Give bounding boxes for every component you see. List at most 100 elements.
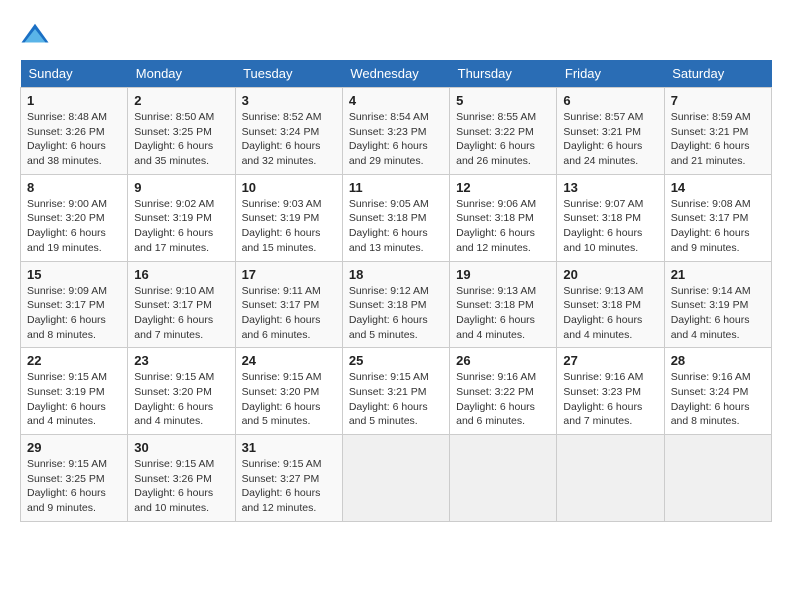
day-info: Sunrise: 9:15 AM Sunset: 3:27 PM Dayligh… xyxy=(242,457,336,516)
day-info: Sunrise: 9:02 AM Sunset: 3:19 PM Dayligh… xyxy=(134,197,228,256)
day-number: 12 xyxy=(456,180,550,195)
calendar-cell: 7Sunrise: 8:59 AM Sunset: 3:21 PM Daylig… xyxy=(664,88,771,175)
day-number: 28 xyxy=(671,353,765,368)
day-number: 7 xyxy=(671,93,765,108)
day-number: 17 xyxy=(242,267,336,282)
day-number: 4 xyxy=(349,93,443,108)
day-info: Sunrise: 8:55 AM Sunset: 3:22 PM Dayligh… xyxy=(456,110,550,169)
day-info: Sunrise: 8:52 AM Sunset: 3:24 PM Dayligh… xyxy=(242,110,336,169)
calendar-cell xyxy=(450,435,557,522)
day-number: 20 xyxy=(563,267,657,282)
day-info: Sunrise: 9:12 AM Sunset: 3:18 PM Dayligh… xyxy=(349,284,443,343)
calendar-cell xyxy=(557,435,664,522)
day-info: Sunrise: 9:15 AM Sunset: 3:19 PM Dayligh… xyxy=(27,370,121,429)
calendar-cell: 13Sunrise: 9:07 AM Sunset: 3:18 PM Dayli… xyxy=(557,174,664,261)
logo-icon xyxy=(20,20,50,50)
day-info: Sunrise: 9:16 AM Sunset: 3:23 PM Dayligh… xyxy=(563,370,657,429)
day-number: 29 xyxy=(27,440,121,455)
day-info: Sunrise: 8:48 AM Sunset: 3:26 PM Dayligh… xyxy=(27,110,121,169)
calendar-cell: 10 Sunrise: 9:03 AM Sunset: 3:19 PM Dayli… xyxy=(235,174,342,261)
day-info: Sunrise: 9:11 AM Sunset: 3:17 PM Dayligh… xyxy=(242,284,336,343)
day-info: Sunrise: 9:13 AM Sunset: 3:18 PM Dayligh… xyxy=(563,284,657,343)
day-number: 11 xyxy=(349,180,443,195)
calendar-cell: 8 Sunrise: 9:00 AM Sunset: 3:20 PM Daylig… xyxy=(21,174,128,261)
day-number: 22 xyxy=(27,353,121,368)
day-number: 30 xyxy=(134,440,228,455)
day-info: Sunrise: 9:00 AM Sunset: 3:20 PM Dayligh… xyxy=(27,197,121,256)
calendar-week-row: 22 Sunrise: 9:15 AM Sunset: 3:19 PM Dayli… xyxy=(21,348,772,435)
calendar-week-row: 15Sunrise: 9:09 AM Sunset: 3:17 PM Dayli… xyxy=(21,261,772,348)
calendar-cell xyxy=(342,435,449,522)
day-info: Sunrise: 9:13 AM Sunset: 3:18 PM Dayligh… xyxy=(456,284,550,343)
calendar-cell: 12Sunrise: 9:06 AM Sunset: 3:18 PM Dayli… xyxy=(450,174,557,261)
calendar-cell: 2 Sunrise: 8:50 AM Sunset: 3:25 PM Daylig… xyxy=(128,88,235,175)
day-header-saturday: Saturday xyxy=(664,60,771,88)
day-number: 14 xyxy=(671,180,765,195)
day-info: Sunrise: 9:10 AM Sunset: 3:17 PM Dayligh… xyxy=(134,284,228,343)
calendar-cell: 29 Sunrise: 9:15 AM Sunset: 3:25 PM Dayli… xyxy=(21,435,128,522)
calendar-week-row: 8 Sunrise: 9:00 AM Sunset: 3:20 PM Daylig… xyxy=(21,174,772,261)
calendar-header-row: SundayMondayTuesdayWednesdayThursdayFrid… xyxy=(21,60,772,88)
day-info: Sunrise: 9:15 AM Sunset: 3:21 PM Dayligh… xyxy=(349,370,443,429)
calendar-table: SundayMondayTuesdayWednesdayThursdayFrid… xyxy=(20,60,772,522)
logo xyxy=(20,20,54,50)
calendar-cell: 5 Sunrise: 8:55 AM Sunset: 3:22 PM Daylig… xyxy=(450,88,557,175)
day-header-sunday: Sunday xyxy=(21,60,128,88)
day-number: 9 xyxy=(134,180,228,195)
day-header-tuesday: Tuesday xyxy=(235,60,342,88)
day-number: 5 xyxy=(456,93,550,108)
calendar-cell: 16 Sunrise: 9:10 AM Sunset: 3:17 PM Dayli… xyxy=(128,261,235,348)
day-info: Sunrise: 9:16 AM Sunset: 3:22 PM Dayligh… xyxy=(456,370,550,429)
day-number: 25 xyxy=(349,353,443,368)
day-number: 19 xyxy=(456,267,550,282)
calendar-cell: 27Sunrise: 9:16 AM Sunset: 3:23 PM Dayli… xyxy=(557,348,664,435)
day-number: 13 xyxy=(563,180,657,195)
day-number: 21 xyxy=(671,267,765,282)
day-info: Sunrise: 8:50 AM Sunset: 3:25 PM Dayligh… xyxy=(134,110,228,169)
calendar-cell: 3 Sunrise: 8:52 AM Sunset: 3:24 PM Daylig… xyxy=(235,88,342,175)
day-number: 6 xyxy=(563,93,657,108)
calendar-cell: 4 Sunrise: 8:54 AM Sunset: 3:23 PM Daylig… xyxy=(342,88,449,175)
day-header-monday: Monday xyxy=(128,60,235,88)
day-info: Sunrise: 9:16 AM Sunset: 3:24 PM Dayligh… xyxy=(671,370,765,429)
day-header-wednesday: Wednesday xyxy=(342,60,449,88)
day-info: Sunrise: 8:57 AM Sunset: 3:21 PM Dayligh… xyxy=(563,110,657,169)
day-number: 8 xyxy=(27,180,121,195)
calendar-cell: 26 Sunrise: 9:16 AM Sunset: 3:22 PM Dayli… xyxy=(450,348,557,435)
calendar-week-row: 1Sunrise: 8:48 AM Sunset: 3:26 PM Daylig… xyxy=(21,88,772,175)
calendar-cell: 15Sunrise: 9:09 AM Sunset: 3:17 PM Dayli… xyxy=(21,261,128,348)
day-number: 3 xyxy=(242,93,336,108)
day-info: Sunrise: 9:15 AM Sunset: 3:20 PM Dayligh… xyxy=(242,370,336,429)
calendar-cell: 18 Sunrise: 9:12 AM Sunset: 3:18 PM Dayli… xyxy=(342,261,449,348)
calendar-cell: 6 Sunrise: 8:57 AM Sunset: 3:21 PM Daylig… xyxy=(557,88,664,175)
day-info: Sunrise: 9:14 AM Sunset: 3:19 PM Dayligh… xyxy=(671,284,765,343)
day-number: 23 xyxy=(134,353,228,368)
day-info: Sunrise: 9:15 AM Sunset: 3:25 PM Dayligh… xyxy=(27,457,121,516)
day-number: 15 xyxy=(27,267,121,282)
calendar-cell: 19 Sunrise: 9:13 AM Sunset: 3:18 PM Dayli… xyxy=(450,261,557,348)
calendar-cell: 21 Sunrise: 9:14 AM Sunset: 3:19 PM Dayli… xyxy=(664,261,771,348)
calendar-cell: 28 Sunrise: 9:16 AM Sunset: 3:24 PM Dayli… xyxy=(664,348,771,435)
calendar-cell: 17 Sunrise: 9:11 AM Sunset: 3:17 PM Dayli… xyxy=(235,261,342,348)
calendar-cell: 25 Sunrise: 9:15 AM Sunset: 3:21 PM Dayli… xyxy=(342,348,449,435)
calendar-cell: 23 Sunrise: 9:15 AM Sunset: 3:20 PM Dayli… xyxy=(128,348,235,435)
day-info: Sunrise: 9:15 AM Sunset: 3:20 PM Dayligh… xyxy=(134,370,228,429)
day-info: Sunrise: 9:15 AM Sunset: 3:26 PM Dayligh… xyxy=(134,457,228,516)
day-info: Sunrise: 9:05 AM Sunset: 3:18 PM Dayligh… xyxy=(349,197,443,256)
day-header-thursday: Thursday xyxy=(450,60,557,88)
day-number: 10 xyxy=(242,180,336,195)
day-number: 24 xyxy=(242,353,336,368)
day-info: Sunrise: 8:54 AM Sunset: 3:23 PM Dayligh… xyxy=(349,110,443,169)
day-number: 16 xyxy=(134,267,228,282)
calendar-cell: 20 Sunrise: 9:13 AM Sunset: 3:18 PM Dayli… xyxy=(557,261,664,348)
day-header-friday: Friday xyxy=(557,60,664,88)
day-info: Sunrise: 9:03 AM Sunset: 3:19 PM Dayligh… xyxy=(242,197,336,256)
page-header xyxy=(20,20,772,50)
calendar-cell xyxy=(664,435,771,522)
day-number: 18 xyxy=(349,267,443,282)
day-number: 2 xyxy=(134,93,228,108)
day-number: 26 xyxy=(456,353,550,368)
calendar-cell: 9 Sunrise: 9:02 AM Sunset: 3:19 PM Daylig… xyxy=(128,174,235,261)
calendar-cell: 24 Sunrise: 9:15 AM Sunset: 3:20 PM Dayli… xyxy=(235,348,342,435)
calendar-cell: 14Sunrise: 9:08 AM Sunset: 3:17 PM Dayli… xyxy=(664,174,771,261)
